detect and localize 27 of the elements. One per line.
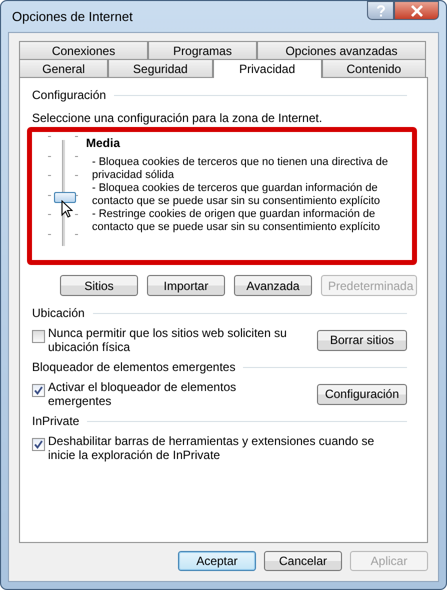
instruction-text: Seleccione una configuración para la zona de Internet. [32,111,324,125]
description-text: - Bloquea cookies de terceros que guardan información de contacto que se puede usar sin su consentimiento explícito [91,182,382,208]
checkbox-label: Deshabilitar barras de herramientas y extensiones cuando se inicie la exploración de InPrivate [48,434,376,462]
dialog-button[interactable]: Configuración [317,384,407,404]
group-heading: InPrivate [32,414,80,428]
tab[interactable]: General [19,59,108,77]
tab[interactable]: Contenido [322,59,426,77]
tab[interactable]: Programas [148,41,257,59]
dialog-button[interactable]: Avanzada [234,275,312,296]
tab[interactable]: Conexiones [19,41,148,59]
tab[interactable]: Opciones avanzadas [257,41,426,59]
checkbox-label: Activar el bloqueador de elementos emergentes [48,380,238,408]
dialog-button[interactable]: Sitios [60,275,138,296]
checkbox-label: Nunca permitir que los sitios web soliciten su ubicación física [48,326,288,354]
tab[interactable]: Seguridad [108,59,212,77]
dialog-button[interactable]: Aceptar [178,551,256,571]
tab[interactable]: Privacidad [212,59,322,78]
description-text: - Bloquea cookies de terceros que no tienen una directiva de privacidad sólida [91,156,389,182]
dialog-button[interactable]: Borrar sitios [317,330,407,350]
description-text: - Restringe cookies de origen que guardan información de contacto que se puede usar sin su consentimiento explícito [91,208,382,234]
dialog-button[interactable]: Cancelar [264,551,342,571]
group-heading: Bloqueador de elementos emergentes [32,360,236,374]
window-title: Opciones de Internet [11,9,133,24]
level-name: Media [86,136,122,150]
dialog-button[interactable]: Importar [147,275,225,296]
group-heading: Ubicación [32,306,85,320]
group-heading: Configuración [32,88,106,102]
